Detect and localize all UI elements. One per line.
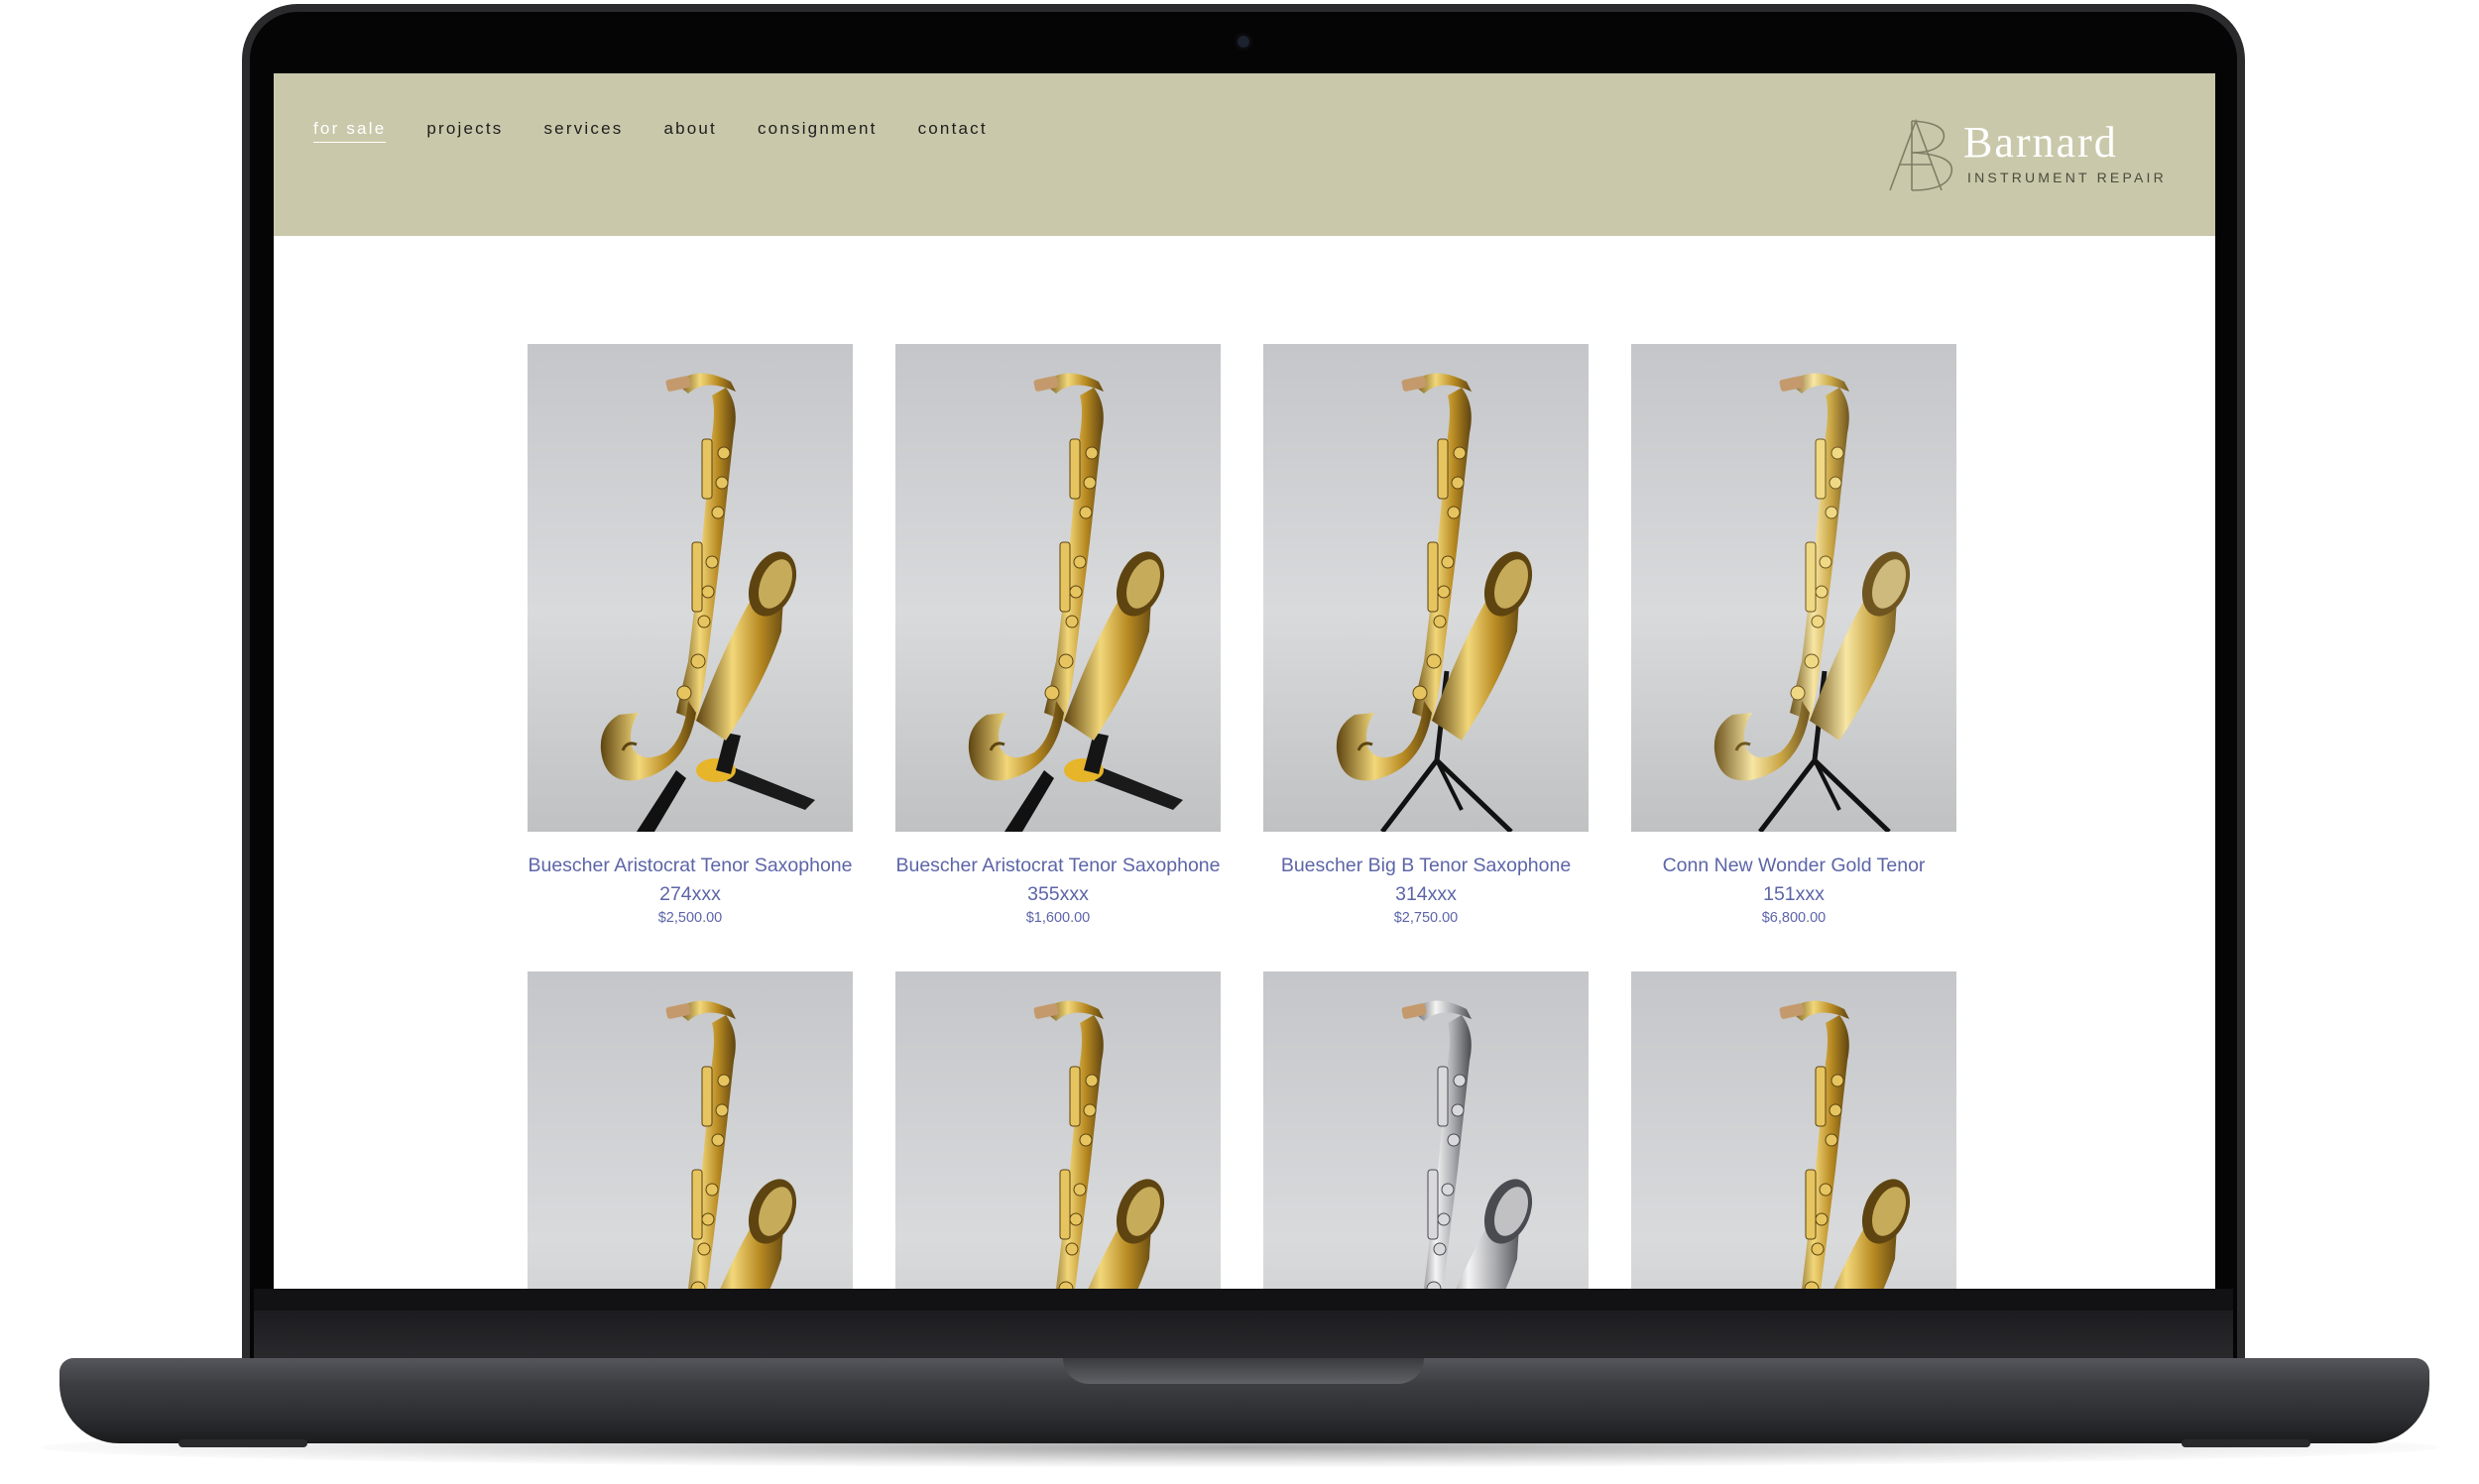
product-photo[interactable] [895, 971, 1221, 1289]
product-title[interactable]: Buescher Aristocrat Tenor Saxophone 355x… [895, 852, 1221, 909]
foot-left [178, 1439, 307, 1447]
product-card[interactable] [1263, 971, 1589, 1289]
product-price: $1,600.00 [1025, 910, 1091, 926]
product-photo[interactable] [1631, 344, 1956, 832]
site-header: for sale projects services about consignment… [274, 73, 2215, 236]
nav-consignment[interactable]: consignment [758, 119, 878, 143]
product-card[interactable] [895, 971, 1221, 1289]
product-photo[interactable] [528, 971, 853, 1289]
nav-projects[interactable]: projects [426, 119, 503, 143]
product-photo[interactable] [528, 344, 853, 832]
product-card[interactable]: Buescher Big B Tenor Saxophone 314xxx $2,… [1263, 344, 1589, 926]
trackpad-notch [1063, 1358, 1424, 1384]
site-logo[interactable]: Barnard INSTRUMENT REPAIR [1882, 115, 2180, 194]
ab-monogram-icon [1889, 118, 1953, 191]
product-card[interactable]: Conn New Wonder Gold Tenor 151xxx $6,800.… [1631, 344, 1956, 926]
product-photo[interactable] [895, 344, 1221, 832]
product-card[interactable] [1631, 971, 1956, 1289]
bottom-bezel [254, 1289, 2233, 1311]
product-title[interactable]: Buescher Big B Tenor Saxophone 314xxx [1263, 852, 1589, 909]
product-photo[interactable] [1631, 971, 1956, 1289]
hinge [254, 1311, 2233, 1360]
nav-contact[interactable]: contact [918, 119, 988, 143]
product-card[interactable]: Buescher Aristocrat Tenor Saxophone 274x… [528, 344, 853, 926]
product-photo[interactable] [1263, 344, 1589, 832]
product-price: $2,750.00 [1393, 910, 1459, 926]
browser-viewport: for sale projects services about consignment… [274, 73, 2215, 1289]
product-title[interactable]: Buescher Aristocrat Tenor Saxophone 274x… [528, 852, 853, 909]
main-nav: for sale projects services about consignment… [313, 119, 988, 143]
camera-icon [1238, 36, 1249, 48]
logo-subtitle: INSTRUMENT REPAIR [1967, 170, 2167, 185]
product-grid: Buescher Aristocrat Tenor Saxophone 274x… [528, 344, 1959, 1289]
product-card[interactable] [528, 971, 853, 1289]
product-card[interactable]: Buescher Aristocrat Tenor Saxophone 355x… [895, 344, 1221, 926]
product-price: $2,500.00 [657, 910, 723, 926]
product-photo[interactable] [1263, 971, 1589, 1289]
product-price: $6,800.00 [1761, 910, 1827, 926]
product-title[interactable]: Conn New Wonder Gold Tenor 151xxx [1631, 852, 1956, 909]
foot-right [2182, 1439, 2310, 1447]
logo-title: Barnard [1963, 118, 2118, 167]
nav-for-sale[interactable]: for sale [313, 119, 387, 143]
nav-about[interactable]: about [663, 119, 717, 143]
nav-services[interactable]: services [543, 119, 623, 143]
